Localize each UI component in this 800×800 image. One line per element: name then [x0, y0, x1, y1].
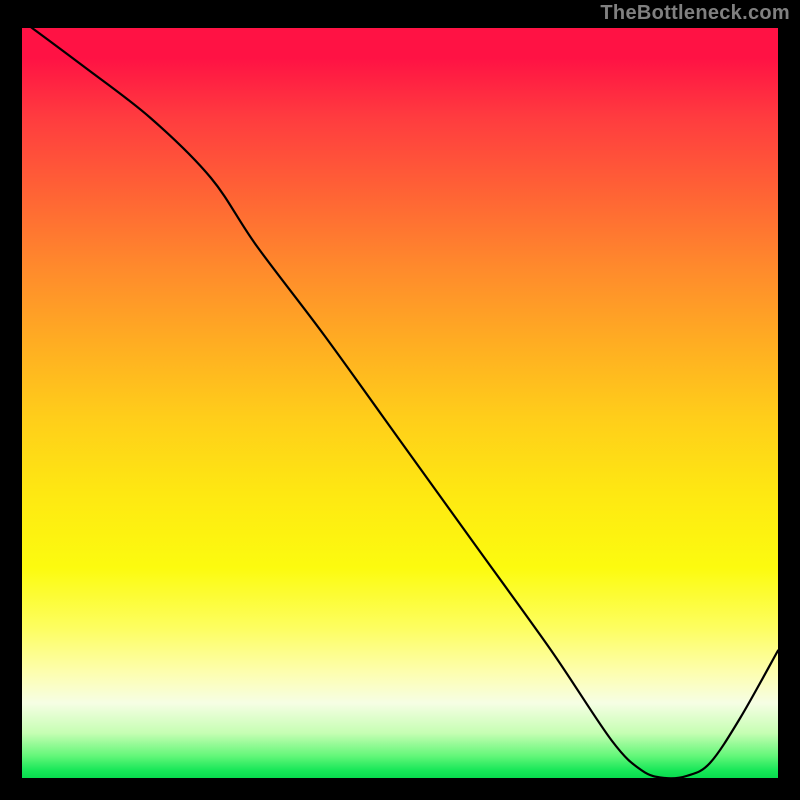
- source-attribution: TheBottleneck.com: [600, 2, 790, 25]
- chart-plot-area: [22, 28, 778, 778]
- chart-curve: [22, 28, 778, 778]
